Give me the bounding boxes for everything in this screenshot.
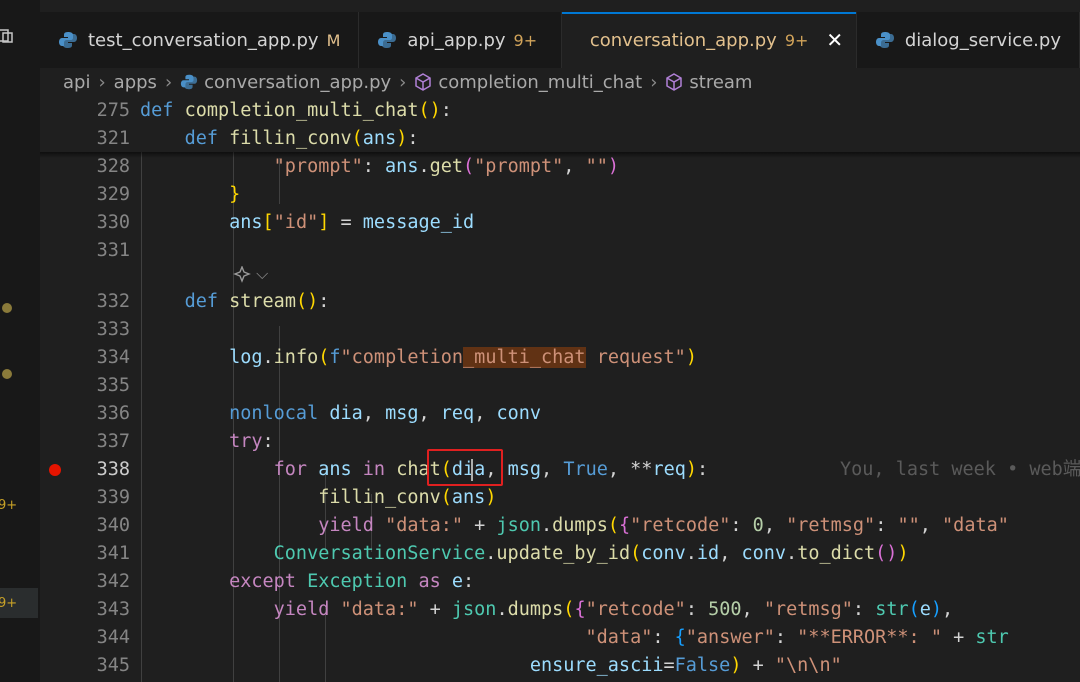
code-line-current: 338 for ans in chat(dia, msg, True, **re… bbox=[40, 456, 1080, 484]
python-file-icon bbox=[378, 32, 397, 48]
line-number: 328 bbox=[96, 156, 130, 177]
line-number: 330 bbox=[96, 212, 130, 233]
tab-badge: 9+ bbox=[513, 30, 538, 50]
chevron-right-icon: › bbox=[399, 71, 407, 93]
tab-label: api_app.py bbox=[407, 29, 506, 51]
line-number: 321 bbox=[96, 128, 130, 149]
code-line: 345 ensure_ascii=False) + "\n\n" bbox=[40, 652, 1080, 680]
code-line: 275 def completion_multi_chat(): bbox=[40, 97, 1080, 125]
line-number: 332 bbox=[96, 291, 130, 312]
tab-api-app[interactable]: api_app.py 9+ bbox=[359, 12, 562, 68]
line-number: 339 bbox=[96, 487, 130, 508]
tab-label: test_conversation_app.py bbox=[88, 29, 319, 51]
tab-label: conversation_app.py bbox=[589, 29, 777, 51]
code-line: 321 def fillin_conv(ans): bbox=[40, 125, 1080, 153]
line-number: 340 bbox=[96, 515, 130, 536]
tab-dialog-service[interactable]: dialog_service.py bbox=[856, 12, 1080, 68]
method-cube-icon bbox=[415, 73, 432, 91]
line-number: 344 bbox=[96, 627, 130, 648]
activity-badge: 9+ bbox=[0, 498, 18, 513]
activity-badge: 9+ bbox=[0, 596, 18, 611]
python-file-icon bbox=[59, 32, 77, 48]
line-number: 345 bbox=[96, 655, 130, 676]
code-line: 340 yield "data:" + json.dumps({"retcode… bbox=[40, 512, 1080, 540]
chevron-right-icon: › bbox=[650, 71, 658, 93]
code-line: 330 ans["id"] = message_id bbox=[40, 209, 1080, 237]
activity-indicator-dot bbox=[2, 369, 12, 379]
editor-tab-bar: test_conversation_app.py M api_app.py 9+… bbox=[40, 12, 1080, 68]
breadcrumb-item[interactable]: api bbox=[63, 72, 90, 93]
code-line: 331 bbox=[40, 237, 1080, 265]
tab-badge: M bbox=[326, 30, 341, 50]
code-line: 333 bbox=[40, 316, 1080, 344]
line-number: 342 bbox=[96, 571, 130, 592]
line-number: 331 bbox=[96, 240, 130, 261]
line-number: 333 bbox=[96, 319, 130, 340]
line-number: 334 bbox=[96, 347, 130, 368]
line-number: 329 bbox=[96, 184, 130, 205]
chevron-down-icon: ⌵ bbox=[256, 264, 269, 283]
tab-label: dialog_service.py bbox=[904, 29, 1061, 51]
breadcrumb-item[interactable]: stream bbox=[689, 72, 752, 93]
code-line: 332 def stream(): bbox=[40, 288, 1080, 316]
code-line: 335 bbox=[40, 372, 1080, 400]
activity-indicator-dot bbox=[2, 303, 12, 313]
activity-bar: 9+ 9+ bbox=[0, 0, 40, 682]
line-number: 337 bbox=[96, 431, 130, 452]
line-number: 275 bbox=[96, 100, 130, 121]
python-file-icon bbox=[181, 74, 198, 90]
sparkle-icon bbox=[233, 264, 251, 283]
breadcrumb-item[interactable]: completion_multi_chat bbox=[438, 72, 642, 93]
chevron-right-icon: › bbox=[98, 71, 106, 93]
code-line: 334 log.info(f"completion_multi_chat req… bbox=[40, 344, 1080, 372]
highlight-box bbox=[427, 449, 503, 486]
code-line: 329 } bbox=[40, 181, 1080, 209]
line-number: 336 bbox=[96, 403, 130, 424]
git-blame-annotation: You, last week • web端 bbox=[840, 459, 1080, 480]
code-line: 337 try: bbox=[40, 428, 1080, 456]
code-line: 341 ConversationService.update_by_id(con… bbox=[40, 540, 1080, 568]
code-line: 339 fillin_conv(ans) bbox=[40, 484, 1080, 512]
python-file-icon bbox=[875, 32, 894, 48]
breadcrumb-item[interactable]: apps bbox=[114, 72, 157, 93]
code-line: 344 "data": {"answer": "**ERROR**: " + s… bbox=[40, 624, 1080, 652]
tab-badge: 9+ bbox=[784, 30, 809, 50]
line-number: 335 bbox=[96, 375, 130, 396]
explorer-icon[interactable] bbox=[0, 28, 14, 44]
code-line: 343 yield "data:" + json.dumps({"retcode… bbox=[40, 596, 1080, 624]
code-line: 342 except Exception as e: bbox=[40, 568, 1080, 596]
line-number: 341 bbox=[96, 543, 130, 564]
close-icon[interactable]: ✕ bbox=[826, 28, 843, 52]
breadcrumb-item[interactable]: conversation_app.py bbox=[204, 72, 391, 93]
text-cursor bbox=[471, 459, 473, 481]
code-editor[interactable]: 275 def completion_multi_chat(): 321 def … bbox=[40, 96, 1080, 682]
chevron-right-icon: › bbox=[164, 71, 173, 93]
code-line: 336 nonlocal dia, msg, req, conv bbox=[40, 400, 1080, 428]
code-line: 328 "prompt": ans.get("prompt", "") bbox=[40, 153, 1080, 181]
line-number: 338 bbox=[96, 459, 130, 480]
breadcrumb: api › apps › conversation_app.py › compl… bbox=[40, 68, 1080, 96]
line-number: 343 bbox=[96, 599, 130, 620]
method-cube-icon bbox=[666, 73, 683, 91]
tab-conversation-app[interactable]: conversation_app.py 9+ ✕ bbox=[561, 12, 857, 68]
tab-test-conversation-app[interactable]: test_conversation_app.py M bbox=[40, 12, 360, 68]
codelens[interactable]: ⌵ bbox=[233, 264, 268, 284]
